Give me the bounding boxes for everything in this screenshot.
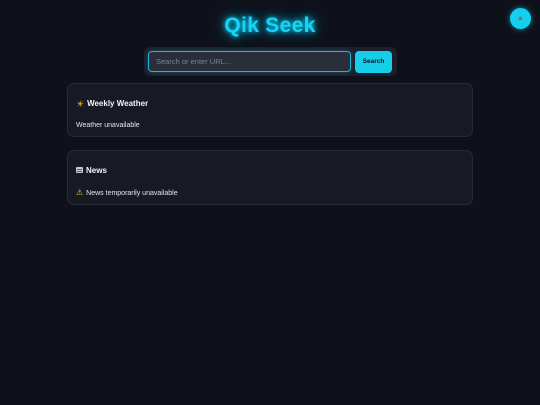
weather-status-text: Weather unavailable xyxy=(76,122,140,129)
weather-card: ☀ Weekly Weather Weather unavailable xyxy=(67,83,473,137)
search-bar: Search xyxy=(144,47,397,76)
theme-toggle-button[interactable]: ● xyxy=(510,8,531,29)
page: Qik Seek ● Search ☀Weekly Weather Weathe… xyxy=(0,0,540,405)
search-input[interactable] xyxy=(148,51,351,72)
weather-card-title: ☀ Weekly Weather xyxy=(76,99,148,110)
news-title-text: News xyxy=(86,166,107,175)
news-status: ⚠ News temporarily unavailable xyxy=(76,188,178,197)
search-button[interactable]: Search xyxy=(355,50,392,73)
warning-icon: ⚠ xyxy=(76,188,84,197)
news-status-text: News temporarily unavailable xyxy=(86,190,178,197)
weather-title-text: Weekly Weather xyxy=(87,99,149,108)
sun-icon: ☀ xyxy=(76,99,85,109)
news-card: News ⚠ News temporarily unavailable xyxy=(67,150,473,205)
page-title: Qik Seek xyxy=(224,14,316,37)
newspaper-icon xyxy=(76,167,83,173)
theme-toggle-icon: ● xyxy=(517,13,524,23)
news-card-title: News xyxy=(76,166,107,175)
